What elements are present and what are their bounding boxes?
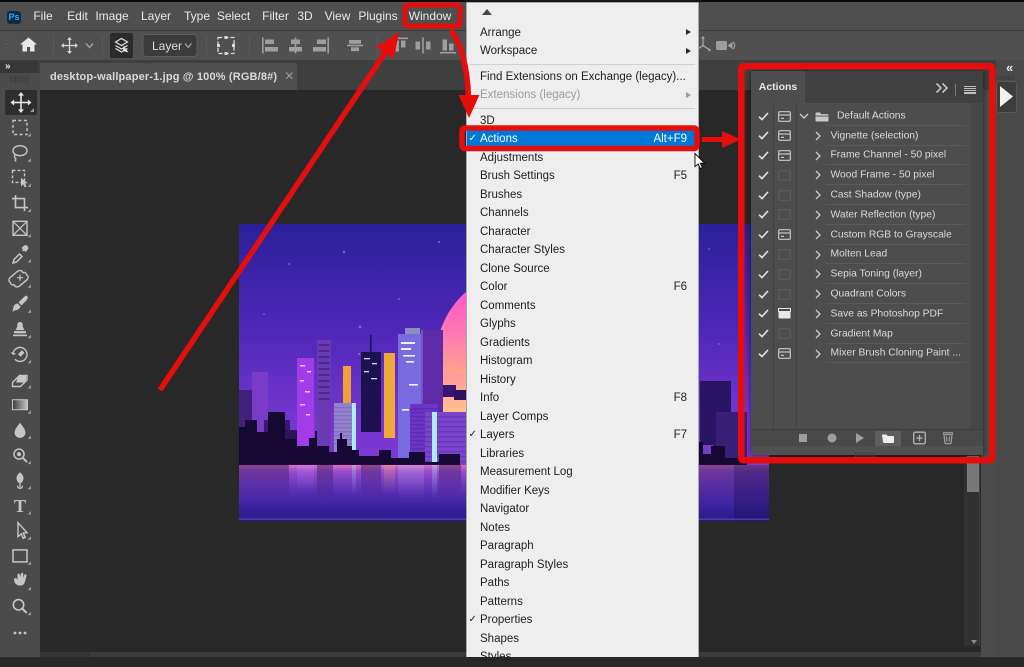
svg-text:Layer: Layer	[152, 39, 182, 53]
svg-text:T: T	[14, 496, 26, 516]
